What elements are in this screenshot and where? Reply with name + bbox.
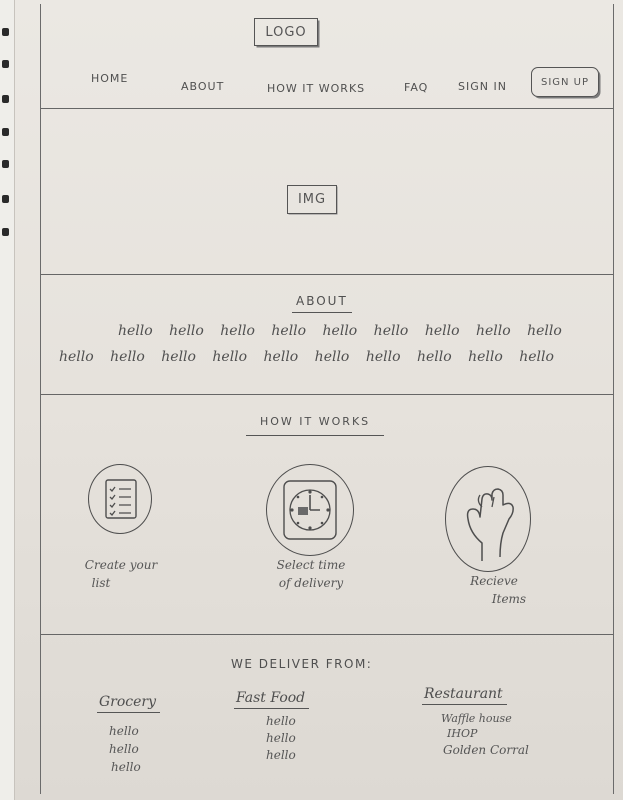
how-it-works-title: HOW IT WORKS <box>246 415 385 436</box>
grocery-heading-text: Grocery <box>99 694 157 710</box>
nav-how-it-works-label: HOW IT WORKS <box>267 82 366 95</box>
grocery-item: hello <box>109 742 139 756</box>
nav-sign-in-label: SIGN IN <box>458 80 507 93</box>
logo[interactable]: LOGO <box>254 18 318 46</box>
step-select-time <box>266 464 354 556</box>
section-divider <box>41 634 613 635</box>
caption-line: Recieve <box>470 574 518 588</box>
hand-icon <box>466 488 514 561</box>
section-divider <box>41 394 613 395</box>
heading-underline <box>97 712 161 713</box>
nav-sign-in[interactable]: SIGN IN <box>458 80 507 93</box>
restaurant-item: Waffle house <box>441 712 512 725</box>
how-it-works-title-underline <box>246 435 385 436</box>
about-text-line-1: hello hello hello hello hello hello hell… <box>118 323 562 339</box>
step-receive-items-caption: Recieve Items <box>439 572 549 608</box>
fast-food-item: hello <box>266 748 296 762</box>
logo-text: LOGO <box>265 24 307 40</box>
restaurant-item: Golden Corral <box>443 743 529 757</box>
grocery-heading: Grocery <box>97 694 161 713</box>
nav-about[interactable]: ABOUT <box>181 80 224 93</box>
binding-hole <box>2 228 9 236</box>
sketch-paper: LOGO HOME ABOUT HOW IT WORKS FAQ SIGN IN… <box>0 0 623 800</box>
about-title-underline <box>292 312 352 313</box>
hero-image-label: IMG <box>297 192 327 207</box>
caption-line: Select time <box>276 558 346 572</box>
binding-hole <box>2 160 9 168</box>
about-title: ABOUT <box>292 294 352 313</box>
section-divider <box>41 274 613 275</box>
step-create-list-caption: Create your list <box>61 556 181 592</box>
nav-about-label: ABOUT <box>181 80 225 93</box>
caption-line: Create your <box>84 558 158 572</box>
nav-home-label: HOME <box>91 72 129 85</box>
restaurant-heading-text: Restaurant <box>424 686 503 702</box>
grocery-item: hello <box>109 724 139 738</box>
deliver-title-text: WE DELIVER FROM: <box>231 657 373 671</box>
restaurant-heading: Restaurant <box>422 686 507 705</box>
nav-home[interactable]: HOME <box>91 72 128 85</box>
step-create-list <box>88 464 152 534</box>
checklist-icon <box>105 479 137 519</box>
binding-hole <box>2 95 9 103</box>
clock-icon <box>283 480 337 540</box>
hero-image-placeholder: IMG <box>287 185 337 214</box>
section-divider <box>41 108 613 109</box>
caption-line: list <box>91 576 111 590</box>
step-select-time-caption: Select time of delivery <box>246 556 376 592</box>
how-it-works-title-text: HOW IT WORKS <box>260 415 371 428</box>
wireframe-page: LOGO HOME ABOUT HOW IT WORKS FAQ SIGN IN… <box>40 4 614 794</box>
nav-how-it-works[interactable]: HOW IT WORKS <box>267 82 365 95</box>
caption-line: of delivery <box>278 576 344 590</box>
deliver-title: WE DELIVER FROM: <box>231 657 372 671</box>
sign-up-label: SIGN UP <box>540 76 590 88</box>
notebook-binding <box>0 0 15 800</box>
heading-underline <box>422 704 507 705</box>
binding-hole <box>2 195 9 203</box>
binding-hole <box>2 28 9 36</box>
fast-food-item: hello <box>266 731 296 745</box>
step-receive-items <box>445 466 531 572</box>
heading-underline <box>234 708 310 709</box>
restaurant-item: IHOP <box>447 727 478 740</box>
caption-line: Items <box>491 592 527 606</box>
sign-up-button[interactable]: SIGN UP <box>531 67 599 97</box>
fast-food-item: hello <box>266 714 296 728</box>
fast-food-heading: Fast Food <box>234 690 310 709</box>
nav-faq[interactable]: FAQ <box>404 81 428 94</box>
binding-hole <box>2 60 9 68</box>
about-title-text: ABOUT <box>296 294 348 308</box>
binding-hole <box>2 128 9 136</box>
fast-food-heading-text: Fast Food <box>236 690 306 706</box>
nav-faq-label: FAQ <box>404 81 429 94</box>
grocery-item: hello <box>111 760 141 774</box>
about-text-line-2: hello hello hello hello hello hello hell… <box>59 349 554 365</box>
